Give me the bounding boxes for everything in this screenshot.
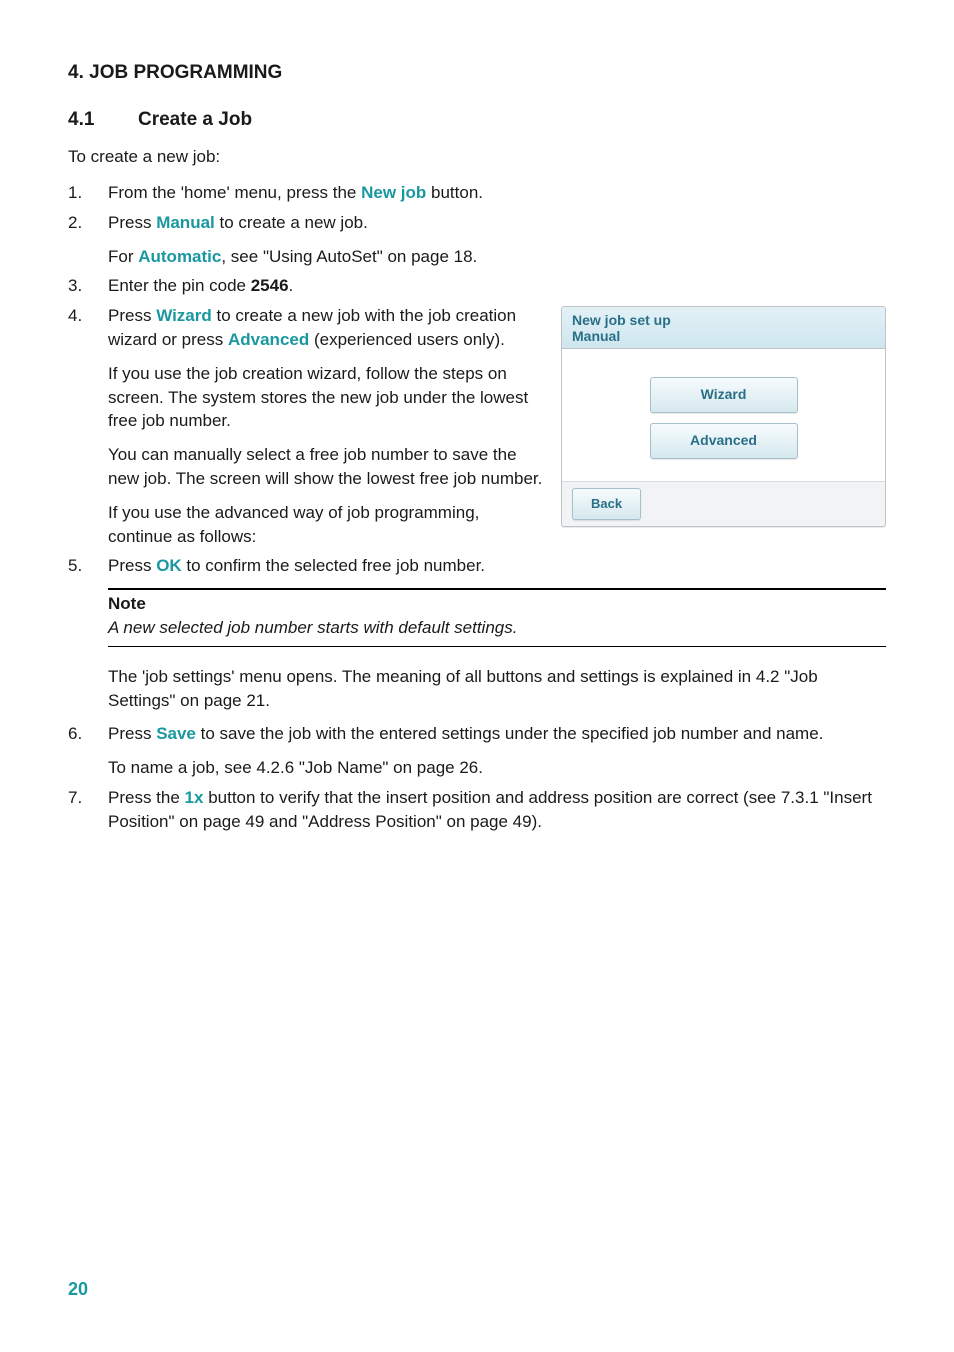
wizard-label: Wizard <box>156 306 212 325</box>
device-screenshot: New job set up Manual Wizard Advanced Ba… <box>561 306 886 527</box>
step-6: 6. Press Save to save the job with the e… <box>68 722 886 780</box>
automatic-label: Automatic <box>138 247 221 266</box>
step-text: For Automatic, see "Using AutoSet" on pa… <box>108 245 886 269</box>
step-text: The 'job settings' menu opens. The meani… <box>108 665 886 713</box>
step-text: You can manually select a free job numbe… <box>108 443 547 491</box>
step-number: 4. <box>68 304 108 328</box>
subsection-heading: 4.1Create a Job <box>68 107 886 134</box>
step-5-continuation: The 'job settings' menu opens. The meani… <box>108 665 886 713</box>
back-button[interactable]: Back <box>572 488 641 520</box>
manual-label: Manual <box>156 213 215 232</box>
step-1: 1. From the 'home' menu, press the New j… <box>68 181 886 205</box>
step-text: Press OK to confirm the selected free jo… <box>108 554 886 578</box>
note-label: Note <box>108 592 886 616</box>
advanced-button[interactable]: Advanced <box>650 423 798 459</box>
step-text: Press the 1x button to verify that the i… <box>108 786 886 834</box>
screenshot-footer: Back <box>562 481 885 526</box>
subsection-number: 4.1 <box>68 107 138 134</box>
step-text: If you use the advanced way of job progr… <box>108 501 547 549</box>
ok-label: OK <box>156 556 182 575</box>
step-4: 4. Press Wizard to create a new job with… <box>68 304 886 548</box>
step-text: To name a job, see 4.2.6 "Job Name" on p… <box>108 756 886 780</box>
one-x-label: 1x <box>185 788 204 807</box>
step-text: From the 'home' menu, press the New job … <box>108 181 886 205</box>
step-7: 7. Press the 1x button to verify that th… <box>68 786 886 834</box>
step-number: 3. <box>68 274 108 298</box>
step-text: Press Wizard to create a new job with th… <box>108 304 547 352</box>
save-label: Save <box>156 724 196 743</box>
screenshot-title-1: New job set up <box>572 312 875 328</box>
note-body: A new selected job number starts with de… <box>108 616 886 640</box>
wizard-button[interactable]: Wizard <box>650 377 798 413</box>
advanced-label: Advanced <box>228 330 309 349</box>
step-text: Enter the pin code 2546. <box>108 274 886 298</box>
step-number: 6. <box>68 722 108 746</box>
screenshot-header: New job set up Manual <box>562 307 885 349</box>
step-2: 2. Press Manual to create a new job. For… <box>68 211 886 269</box>
new-job-label: New job <box>361 183 426 202</box>
step-number: 1. <box>68 181 108 205</box>
note-block: Note A new selected job number starts wi… <box>108 588 886 647</box>
step-5: 5. Press OK to confirm the selected free… <box>68 554 886 578</box>
intro-text: To create a new job: <box>68 145 886 169</box>
step-number: 5. <box>68 554 108 578</box>
step-3: 3. Enter the pin code 2546. <box>68 274 886 298</box>
subsection-title: Create a Job <box>138 109 252 130</box>
page-number: 20 <box>68 1277 88 1302</box>
step-text: Press Save to save the job with the ente… <box>108 722 886 746</box>
step-text: Press Manual to create a new job. <box>108 211 886 235</box>
screenshot-title-2: Manual <box>572 328 875 344</box>
step-text: If you use the job creation wizard, foll… <box>108 362 547 433</box>
step-number: 2. <box>68 211 108 235</box>
section-heading: 4. JOB PROGRAMMING <box>68 60 886 87</box>
screenshot-body: Wizard Advanced <box>562 349 885 480</box>
step-number: 7. <box>68 786 108 810</box>
pin-code: 2546 <box>251 276 289 295</box>
